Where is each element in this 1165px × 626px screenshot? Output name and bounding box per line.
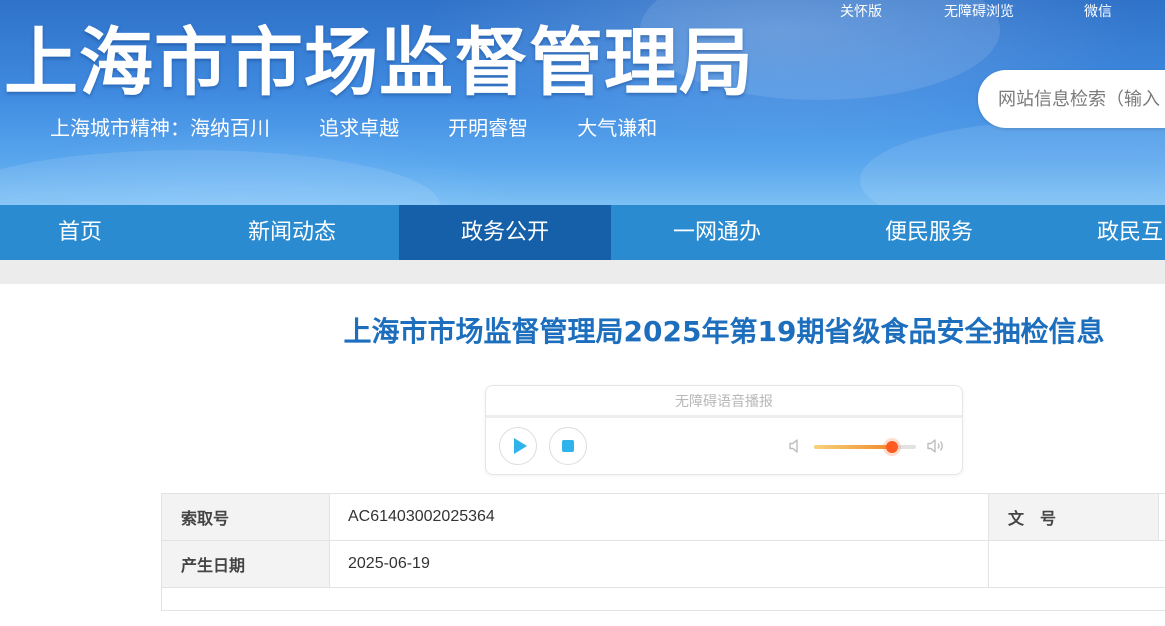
audio-player: 无障碍语音播报 <box>485 385 963 475</box>
play-icon <box>514 438 527 454</box>
stop-icon <box>562 440 574 452</box>
index-number-value: AC61403002025364 <box>329 493 989 541</box>
volume-slider[interactable] <box>814 441 916 453</box>
article-title: 上海市市场监督管理局2025年第19期省级食品安全抽检信息 <box>343 315 1105 348</box>
empty-cell <box>1158 540 1165 588</box>
volume-knob[interactable] <box>885 441 898 453</box>
banner-cloud <box>860 120 1165 205</box>
volume-low-icon[interactable] <box>786 436 806 456</box>
nav-item-home[interactable]: 首页 <box>0 205 186 260</box>
play-button[interactable] <box>499 427 537 465</box>
nav-item-online-services[interactable]: 一网通办 <box>611 205 823 260</box>
document-number-value <box>1158 493 1165 541</box>
player-label: 无障碍语音播报 <box>675 394 773 410</box>
city-slogan: 上海城市精神：海纳百川 追求卓越 开明睿智 大气谦和 <box>50 116 658 140</box>
gray-divider <box>0 260 1165 284</box>
stop-button[interactable] <box>549 427 587 465</box>
banner-cloud <box>0 150 440 205</box>
table-row: 索取号 AC61403002025364 文 号 <box>161 493 1165 541</box>
document-meta-table: 索取号 AC61403002025364 文 号 产生日期 2025-06-19 <box>161 493 1165 611</box>
nav-item-news[interactable]: 新闻动态 <box>186 205 398 260</box>
table-row: 产生日期 2025-06-19 <box>161 540 1165 588</box>
date-label: 产生日期 <box>161 540 330 588</box>
search-input[interactable] <box>978 70 1165 128</box>
empty-row <box>161 587 1165 611</box>
document-number-label: 文 号 <box>988 493 1159 541</box>
site-title: 上海市市场监督管理局 <box>4 20 754 106</box>
nav-item-government-affairs[interactable]: 政务公开 <box>399 205 611 260</box>
accessibility-link[interactable]: 无障碍浏览 <box>944 3 1014 21</box>
header-banner: 上海市市场监督管理局 上海城市精神：海纳百川 追求卓越 开明睿智 大气谦和 关怀… <box>0 0 1165 205</box>
elderly-mode-link[interactable]: 关怀版 <box>840 3 882 21</box>
volume-fill <box>814 445 892 449</box>
table-row <box>161 587 1165 611</box>
index-number-label: 索取号 <box>161 493 330 541</box>
site-search <box>978 70 1165 128</box>
empty-cell <box>988 540 1159 588</box>
wechat-link[interactable]: 微信 <box>1084 3 1112 21</box>
nav-item-public-services[interactable]: 便民服务 <box>823 205 1035 260</box>
nav-item-interaction[interactable]: 政民互 <box>1035 205 1165 260</box>
date-value: 2025-06-19 <box>329 540 989 588</box>
volume-high-icon[interactable] <box>926 436 946 456</box>
player-divider <box>486 415 962 418</box>
main-nav: 首页 新闻动态 政务公开 一网通办 便民服务 政民互 <box>0 205 1165 260</box>
